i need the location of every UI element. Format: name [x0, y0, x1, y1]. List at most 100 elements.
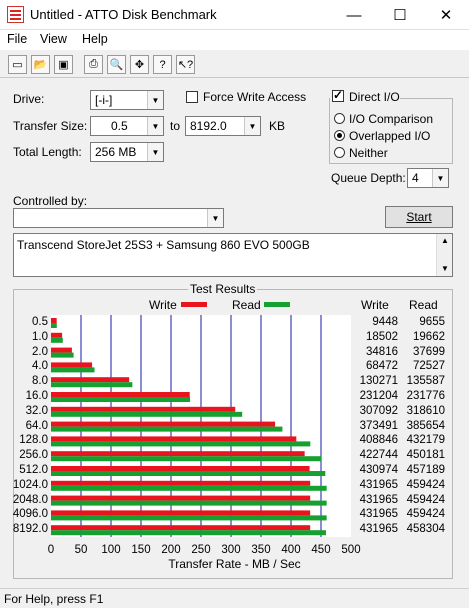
description-scrollbar[interactable]: ▲ ▼	[436, 234, 452, 276]
app-icon	[7, 6, 24, 23]
neither-label: Neither	[349, 146, 388, 160]
help-icon[interactable]: ?	[153, 55, 172, 74]
chevron-down-icon: ▼	[207, 209, 223, 227]
description-text: Transcend StoreJet 25S3 + Samsung 860 EV…	[17, 238, 310, 252]
read-value-label: 459424	[406, 508, 445, 521]
menu-view[interactable]: View	[40, 32, 67, 46]
menu-help[interactable]: Help	[82, 32, 108, 46]
write-bar	[51, 466, 310, 471]
x-tick-label: 150	[131, 544, 151, 556]
force-write-checkbox[interactable]	[186, 91, 198, 103]
read-bar	[51, 515, 327, 521]
write-bar	[51, 332, 63, 338]
save-icon[interactable]: ▣	[54, 55, 73, 74]
write-bar	[51, 510, 311, 516]
read-value-label: 231776	[406, 390, 445, 402]
read-value-label: 72527	[413, 360, 445, 373]
read-column-header: Read	[409, 298, 438, 312]
x-tick-label: 400	[281, 544, 301, 556]
category-label: 4.0	[32, 360, 48, 373]
read-bar	[51, 411, 243, 417]
x-tick-label: 500	[341, 544, 361, 556]
close-button[interactable]: ✕	[423, 0, 469, 30]
force-write-label: Force Write Access	[203, 90, 307, 104]
open-icon[interactable]: 📂	[31, 55, 50, 74]
write-bar	[51, 406, 236, 412]
write-bar	[51, 347, 72, 353]
read-legend-swatch	[264, 302, 290, 307]
chevron-down-icon: ▼	[147, 91, 163, 109]
read-bar	[51, 426, 283, 432]
category-label: 64.0	[25, 419, 48, 432]
io-comparison-label: I/O Comparison	[349, 112, 434, 126]
write-value-label: 431965	[359, 478, 398, 491]
write-bar	[51, 392, 190, 397]
controlled-by-label: Controlled by:	[13, 194, 88, 208]
minimize-button[interactable]: —	[331, 0, 377, 30]
io-comparison-radio[interactable]	[334, 113, 345, 124]
transfer-size-from-select[interactable]: 0.5 ▼	[90, 116, 164, 136]
total-length-select[interactable]: 256 MB ▼	[90, 142, 164, 162]
read-value-label: 9655	[419, 316, 445, 328]
print-preview-icon[interactable]: 🔍	[107, 55, 126, 74]
window-title: Untitled - ATTO Disk Benchmark	[30, 7, 217, 22]
x-tick-label: 200	[161, 544, 181, 556]
direct-io-checkbox[interactable]	[332, 88, 344, 102]
category-label: 0.5	[32, 316, 48, 328]
overlapped-io-label: Overlapped I/O	[349, 129, 431, 143]
transfer-size-to-select[interactable]: 8192.0 ▼	[185, 116, 261, 136]
results-plot	[51, 315, 351, 537]
write-bar	[51, 377, 130, 383]
read-value-label: 459424	[406, 493, 445, 506]
write-value-label: 431965	[359, 508, 398, 521]
read-bar	[51, 500, 327, 506]
write-bar	[51, 318, 57, 323]
read-value-label: 459424	[406, 478, 445, 491]
category-label: 128.0	[19, 434, 48, 447]
context-help-icon[interactable]: ↖?	[176, 55, 195, 74]
write-column-header: Write	[361, 298, 389, 312]
overlapped-io-radio[interactable]	[334, 130, 345, 141]
controlled-by-select[interactable]: ▼	[13, 208, 224, 228]
write-value-label: 68472	[366, 360, 398, 373]
read-value-label: 457189	[406, 464, 445, 476]
start-button[interactable]: Start	[385, 206, 453, 228]
x-tick-label: 100	[101, 544, 121, 556]
scroll-down-icon: ▼	[441, 264, 449, 273]
x-tick-label: 450	[311, 544, 331, 556]
maximize-button[interactable]: ☐	[377, 0, 423, 30]
category-label: 16.0	[25, 390, 48, 402]
write-value-label: 430974	[359, 464, 398, 476]
x-tick-label: 0	[47, 544, 55, 556]
category-label: 1.0	[32, 330, 48, 343]
write-value-label: 431965	[359, 493, 398, 506]
new-icon[interactable]: ▭	[8, 55, 27, 74]
read-bar	[51, 323, 57, 328]
x-tick-label: 50	[74, 544, 88, 556]
transfer-size-to-value: 8192.0	[190, 119, 227, 133]
write-value-label: 373491	[359, 419, 398, 432]
read-value-label: 458304	[406, 523, 445, 536]
write-bar	[51, 451, 305, 457]
menu-file[interactable]: File	[7, 32, 27, 46]
write-bar	[51, 362, 93, 368]
drive-select[interactable]: [-i-] ▼	[90, 90, 164, 110]
transfer-size-from-value: 0.5	[111, 119, 128, 133]
write-value-label: 9448	[372, 316, 398, 328]
to-label: to	[170, 119, 181, 133]
direct-io-label: Direct I/O	[349, 90, 400, 104]
category-label: 2048.0	[12, 493, 48, 506]
move-icon[interactable]: ✥	[130, 55, 149, 74]
x-tick-label: 300	[221, 544, 241, 556]
neither-radio[interactable]	[334, 147, 345, 158]
read-bar	[51, 337, 63, 343]
category-label: 8.0	[32, 375, 48, 388]
write-legend-label: Write	[149, 298, 177, 312]
description-textarea[interactable]: Transcend StoreJet 25S3 + Samsung 860 EV…	[13, 233, 453, 277]
write-value-label: 18502	[366, 330, 398, 343]
print-icon[interactable]: ⎙	[84, 55, 103, 74]
queue-depth-select[interactable]: 4 ▼	[407, 168, 449, 188]
drive-label: Drive:	[13, 92, 45, 106]
write-value-label: 431965	[359, 523, 398, 536]
start-label: Start	[406, 210, 432, 224]
